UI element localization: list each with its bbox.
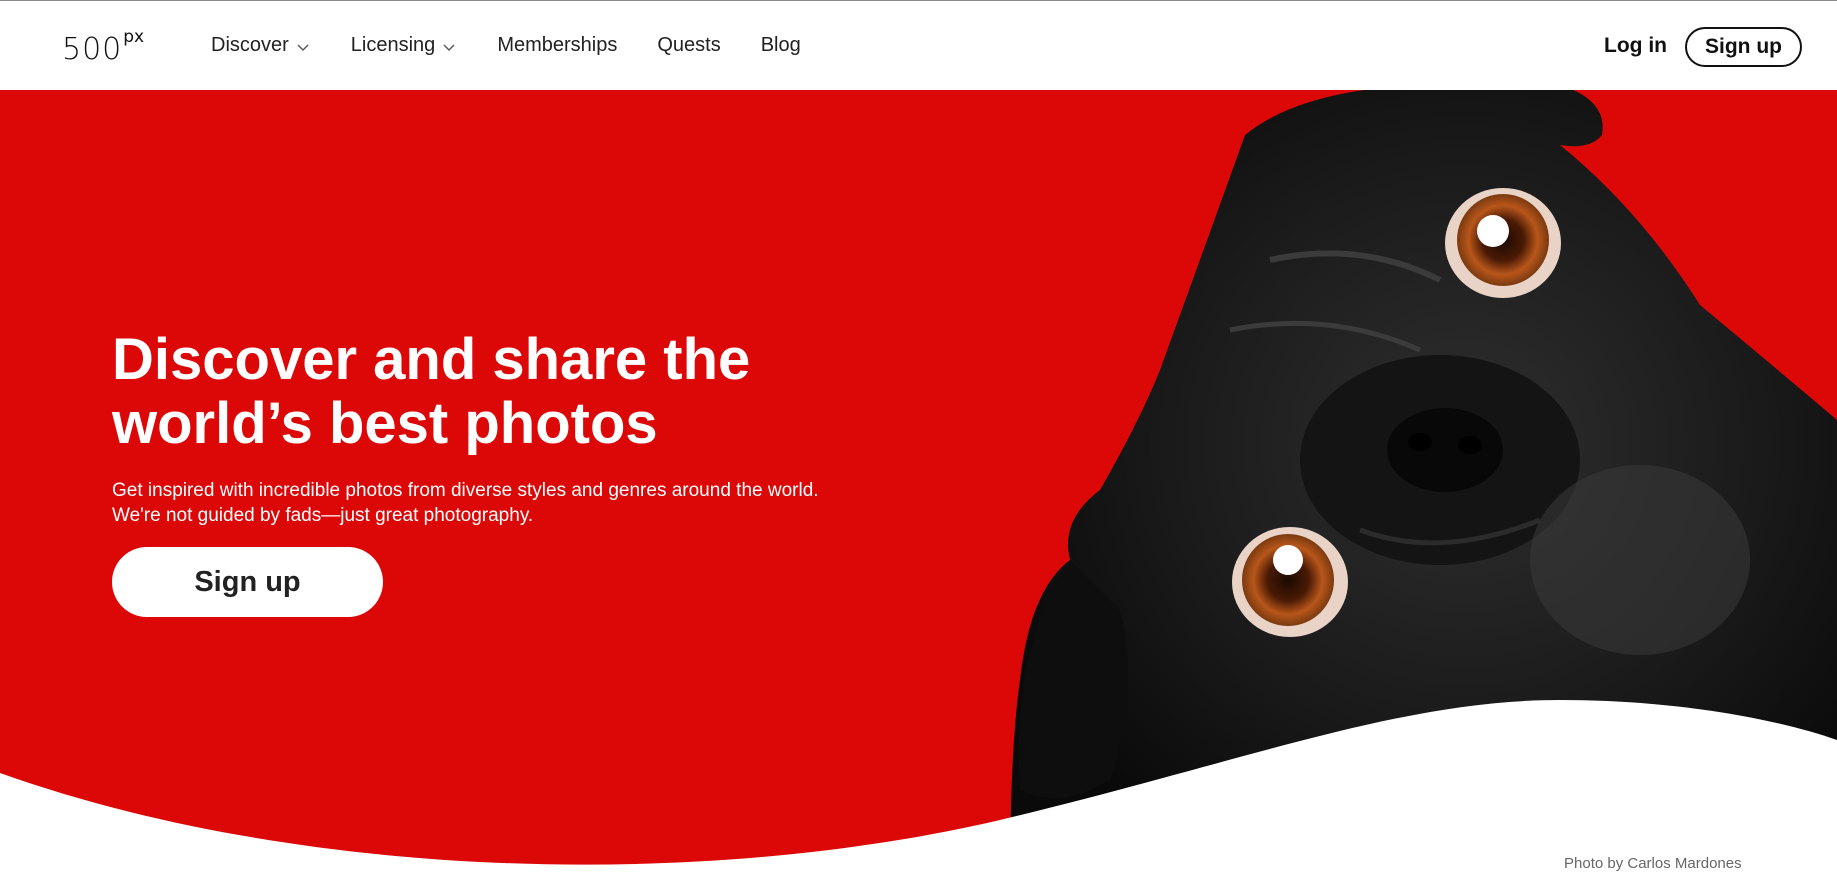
hero-section: Discover and share the world’s best phot… [0, 90, 1837, 883]
nav-item-label: Quests [657, 34, 721, 56]
nav-item-label: Memberships [497, 34, 618, 56]
hero-headline: Discover and share the world’s best phot… [112, 328, 832, 456]
nav-item-label: Blog [760, 34, 801, 56]
main-nav: Discover Licensing Memberships Quests Bl… [211, 1, 801, 90]
photo-credit[interactable]: Photo by Carlos Mardones [1564, 855, 1742, 872]
nav-item-memberships[interactable]: Memberships [497, 34, 617, 57]
hero-headline-line-1: Discover and share the [112, 327, 751, 392]
nav-item-discover[interactable]: Discover [211, 34, 311, 57]
nav-item-label: Discover [211, 34, 289, 56]
logo[interactable]: 500 px [62, 27, 145, 67]
nav-item-quests[interactable]: Quests [657, 34, 720, 57]
logo-superscript: px [123, 27, 145, 47]
hero-signup-button[interactable]: Sign up [112, 547, 383, 617]
navbar: 500 px Discover Licensing Memberships Qu… [0, 1, 1837, 90]
nav-item-licensing[interactable]: Licensing [351, 34, 458, 57]
chevron-down-icon [297, 44, 309, 51]
logo-text: 500 [62, 32, 123, 67]
hero-headline-line-2: world’s best photos [112, 391, 658, 456]
login-link[interactable]: Log in [1604, 34, 1667, 58]
chevron-down-icon [443, 44, 455, 51]
hero-subtext: Get inspired with incredible photos from… [112, 480, 819, 526]
signup-button[interactable]: Sign up [1685, 27, 1802, 67]
nav-item-blog[interactable]: Blog [761, 34, 801, 57]
nav-item-label: Licensing [350, 34, 436, 56]
